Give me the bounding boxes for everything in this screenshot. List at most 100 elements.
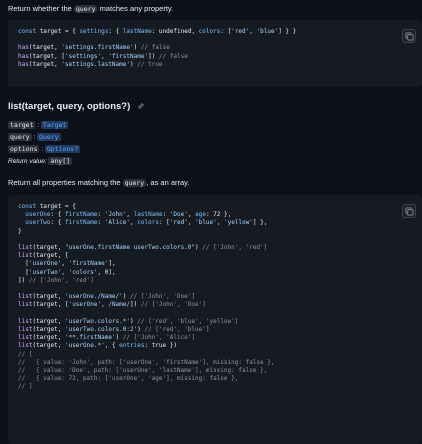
code-line: // { value: 72, path: ['userOne', 'age']… (18, 375, 274, 383)
copy-button[interactable] (402, 29, 416, 43)
code-line: } (18, 228, 274, 236)
code-token: // false (158, 52, 188, 60)
code-token: 'red' (231, 28, 250, 35)
code-token: // ['red', 'blue', 'yellow'] (137, 317, 239, 325)
code-token: [ (18, 260, 29, 268)
code-token: // ['John', 'Alice'] (122, 334, 196, 342)
code-token: : (97, 219, 105, 227)
code-block-has: const target = { settings: { lastName: u… (8, 20, 422, 87)
code-line: list(target, 'userOne.*', { entries: tru… (18, 342, 274, 350)
code-token: 'userTwo.colors.0:2' (64, 326, 138, 334)
code-token: , (61, 260, 69, 268)
code-token: 'userOne' (68, 301, 102, 309)
code-token: (target, [ (32, 252, 69, 260)
code-token: : 72 }, (205, 211, 232, 219)
code-token: 'colors' (68, 268, 98, 276)
code-token: (target, (32, 326, 65, 334)
link-icon[interactable] (137, 102, 145, 110)
code-token: , 0], (97, 268, 116, 276)
code-token: 'userOne.*' (64, 342, 105, 350)
code-token: // ['red', 'blue'] (144, 326, 210, 334)
code-token: list (18, 293, 33, 301)
code-token: , (187, 211, 196, 219)
section-heading-list: list(target, query, options?) (8, 101, 145, 112)
code-token: has (18, 60, 29, 68)
code-token: 'blue' (195, 219, 217, 227)
code-token: '**.firstName' (64, 334, 116, 342)
code-token: // [ (18, 350, 33, 358)
code-token: 'firstName' (108, 52, 149, 60)
code-token: : (97, 211, 105, 219)
code-token: colors (137, 219, 159, 227)
copy-button[interactable] (402, 204, 416, 218)
code-line: // { value: 'John', path: ['userOne', 'f… (18, 359, 274, 367)
code-token: , (61, 268, 69, 276)
code-token: , (216, 219, 225, 227)
code-token: ) (133, 44, 141, 52)
code-token: list (18, 342, 33, 350)
code-token: ]) (18, 276, 29, 284)
code-token: "userOne.firstName userTwo.colors.0" (64, 244, 196, 252)
code-token: entries (119, 342, 145, 350)
code-token: 'userTwo.colors.*' (64, 317, 130, 325)
code-token: 'blue' (256, 28, 279, 35)
code-token: : { (50, 219, 65, 227)
code-token: firstName (64, 211, 98, 219)
code-token: (target, (32, 244, 65, 252)
query-chip: query (73, 5, 98, 13)
code-has: const target = { settings: { lastName: u… (18, 28, 296, 69)
code-line: list(target, [ (18, 252, 274, 260)
param-query: query : Query (8, 133, 61, 141)
param-options: options : Options? (8, 145, 81, 153)
code-line: list(target, '**.firstName') // ['John',… (18, 334, 274, 342)
code-token: (target, (32, 293, 65, 301)
copy-icon (405, 32, 414, 41)
code-token: (target, (28, 44, 62, 52)
code-token: [ (18, 268, 29, 276)
code-token: : { (50, 211, 65, 219)
code-token: : [ (158, 219, 170, 227)
code-token: const (18, 203, 40, 210)
code-token: firstName (64, 219, 98, 227)
code-token: 'Doe' (169, 211, 188, 219)
code-token: target = { (39, 28, 80, 35)
code-token: ] }, (252, 219, 268, 227)
code-token: , (126, 211, 134, 219)
code-token: 'firstName' (68, 260, 109, 268)
code-token: // ['John', 'red'] (28, 276, 94, 284)
code-token: : [ (220, 28, 232, 35)
code-token: /Name/ (108, 301, 131, 309)
code-token: (target, [ (28, 52, 65, 60)
code-line: const target = { (18, 203, 274, 211)
query-chip: query (122, 179, 147, 187)
code-token: list (18, 244, 33, 252)
code-token: // { value: 'Doe', path: ['userOne', 'la… (18, 367, 268, 375)
code-token: (target, (32, 342, 65, 350)
code-token: ) (122, 293, 130, 301)
code-line: // { value: 'Doe', path: ['userOne', 'la… (18, 367, 274, 375)
code-token: ], (108, 260, 116, 268)
code-token: target = { (39, 203, 76, 210)
code-token: // ['John', 'Doe'] (140, 301, 206, 309)
code-line: list(target, 'userTwo.colors.0:2') // ['… (18, 326, 274, 334)
code-token: : true }) (144, 342, 177, 350)
code-line: ['userOne', 'firstName'], (18, 260, 274, 268)
intro-text: Return whether the query matches any pro… (8, 4, 174, 13)
code-token: // ['John', 'red'] (202, 244, 268, 252)
code-token: // ] (18, 383, 33, 391)
list-description: Return all properties matching the query… (8, 178, 190, 187)
code-token: colors (198, 28, 221, 35)
code-line: list(target, 'userTwo.colors.*') // ['re… (18, 318, 274, 326)
code-token: , { (104, 342, 120, 350)
code-token: list (18, 317, 33, 325)
param-target: target : Target (8, 121, 69, 129)
code-token: (target, (32, 317, 65, 325)
code-token: lastName (133, 211, 163, 219)
code-token: 'John' (104, 211, 127, 219)
code-token: list (18, 301, 33, 309)
code-token: // ['John', 'Doe'] (130, 293, 196, 301)
code-token: userOne (25, 211, 51, 219)
